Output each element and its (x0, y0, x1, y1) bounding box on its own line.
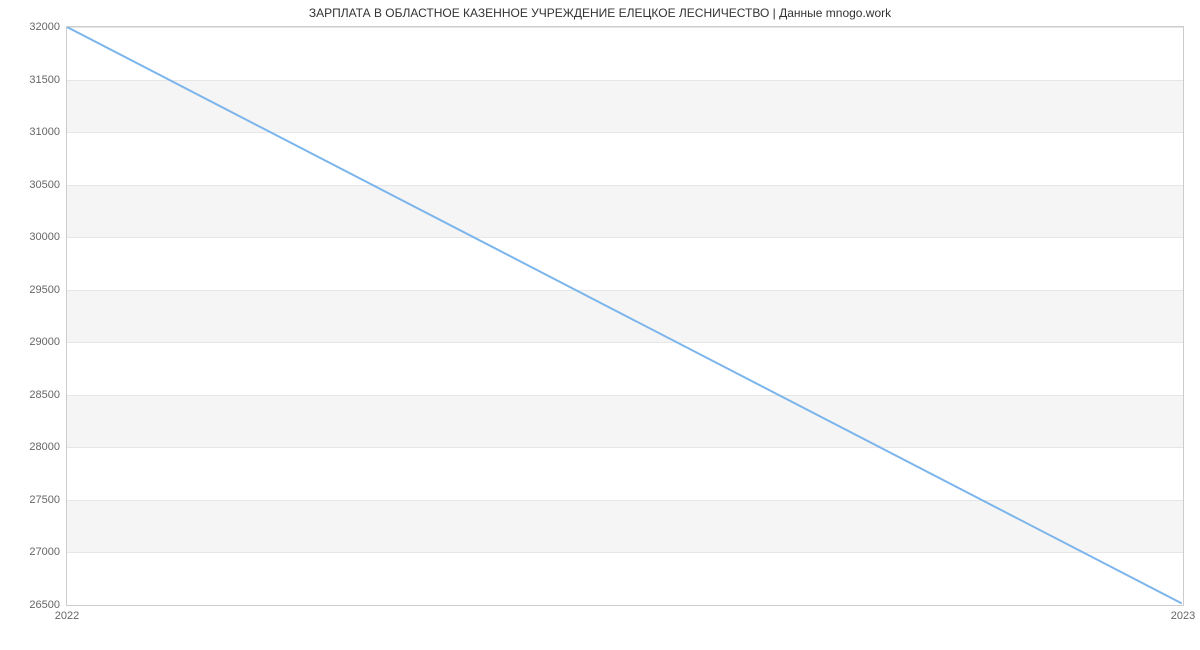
chart-title: ЗАРПЛАТА В ОБЛАСТНОЕ КАЗЕННОЕ УЧРЕЖДЕНИЕ… (0, 6, 1200, 20)
y-tick-label: 28000 (5, 441, 60, 453)
y-tick-label: 28500 (5, 389, 60, 401)
y-tick-label: 27000 (5, 546, 60, 558)
y-tick-label: 27500 (5, 494, 60, 506)
x-tick-label: 2022 (55, 610, 79, 622)
y-tick-label: 30000 (5, 231, 60, 243)
plot-area (66, 26, 1184, 606)
line-layer (67, 27, 1183, 605)
y-tick-label: 29000 (5, 336, 60, 348)
x-tick-label: 2023 (1171, 610, 1195, 622)
y-tick-label: 32000 (5, 21, 60, 33)
salary-line-chart: ЗАРПЛАТА В ОБЛАСТНОЕ КАЗЕННОЕ УЧРЕЖДЕНИЕ… (0, 0, 1200, 650)
y-tick-label: 29500 (5, 284, 60, 296)
y-tick-label: 30500 (5, 179, 60, 191)
y-tick-label: 31000 (5, 126, 60, 138)
y-tick-label: 31500 (5, 74, 60, 86)
y-tick-label: 26500 (5, 599, 60, 611)
series-line (67, 27, 1181, 603)
